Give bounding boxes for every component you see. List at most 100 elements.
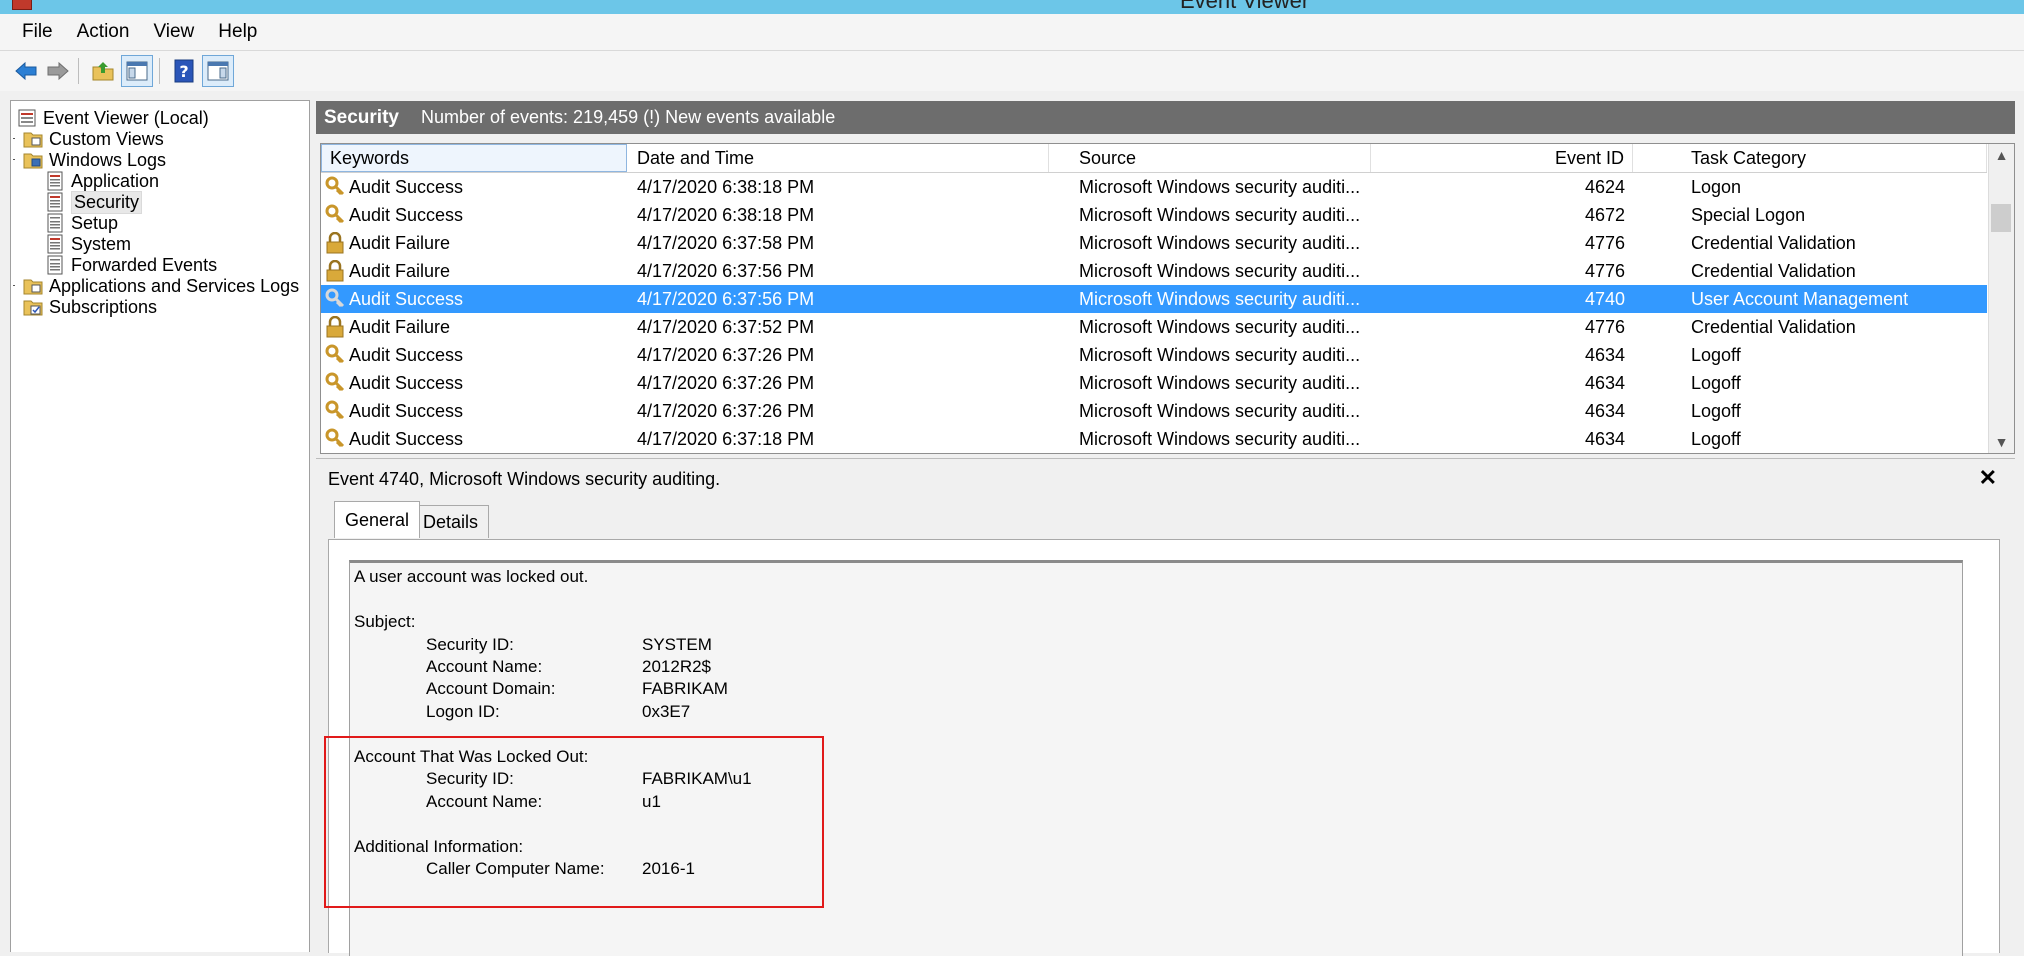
date-time: 4/17/2020 6:37:18 PM — [637, 428, 815, 449]
tree-expander[interactable] — [13, 138, 21, 139]
table-row[interactable]: Audit Failure 4/17/2020 6:37:52 PM Micro… — [321, 313, 1987, 341]
column-header-date-and-time[interactable]: Date and Time — [629, 144, 1049, 172]
menu-file[interactable]: File — [11, 21, 64, 43]
task-category: User Account Management — [1691, 288, 1909, 309]
column-header-source[interactable]: Source — [1071, 144, 1371, 172]
column-header-event-id[interactable]: Event ID — [1375, 144, 1633, 172]
scrollbar-thumb[interactable] — [1991, 204, 2011, 232]
source: Microsoft Windows security auditi... — [1079, 176, 1361, 197]
field-label: Account Name: — [426, 657, 543, 676]
task-category: Logoff — [1691, 372, 1741, 393]
date-time: 4/17/2020 6:37:56 PM — [637, 260, 815, 281]
source: Microsoft Windows security auditi... — [1079, 316, 1361, 337]
source: Microsoft Windows security auditi... — [1079, 288, 1361, 309]
table-row[interactable]: Audit Success 4/17/2020 6:38:18 PM Micro… — [321, 173, 1987, 201]
source: Microsoft Windows security auditi... — [1079, 344, 1361, 365]
lock-icon — [325, 231, 345, 254]
event-id: 4672 — [1584, 204, 1625, 225]
key-icon — [325, 176, 345, 198]
source: Microsoft Windows security auditi... — [1079, 232, 1361, 253]
table-row[interactable]: Audit Success 4/17/2020 6:37:26 PM Micro… — [321, 397, 1987, 425]
field-label: Account Domain: — [426, 679, 556, 698]
source: Microsoft Windows security auditi... — [1079, 400, 1361, 421]
menu-action[interactable]: Action — [66, 21, 141, 43]
event-id: 4740 — [1584, 288, 1625, 309]
table-header: Keywords Date and Time Source Event ID T… — [321, 144, 1987, 173]
events-scrollbar[interactable]: ▲ ▼ — [1988, 144, 2014, 453]
table-row[interactable]: Audit Success 4/17/2020 6:37:18 PM Micro… — [321, 425, 1987, 453]
keyword: Audit Success — [349, 400, 464, 421]
lock-icon — [325, 315, 345, 338]
table-row[interactable]: Audit Failure 4/17/2020 6:37:58 PM Micro… — [321, 229, 1987, 257]
event-id: 4634 — [1584, 344, 1625, 365]
scroll-up-icon[interactable]: ▲ — [1989, 144, 2014, 166]
field-value: SYSTEM — [642, 635, 712, 654]
date-time: 4/17/2020 6:37:26 PM — [637, 344, 815, 365]
log-icon — [45, 213, 65, 233]
field-value: 2012R2$ — [642, 657, 712, 676]
table-row[interactable]: Audit Failure 4/17/2020 6:37:56 PM Micro… — [321, 257, 1987, 285]
show-hide-action-pane-icon[interactable] — [202, 55, 234, 87]
task-category: Logoff — [1691, 428, 1741, 449]
date-time: 4/17/2020 6:37:56 PM — [637, 288, 815, 309]
subscriptions-icon — [23, 297, 43, 317]
column-header-task-category[interactable]: Task Category — [1683, 144, 1987, 172]
keyword: Audit Success — [349, 344, 464, 365]
tab-general[interactable]: General — [334, 501, 421, 538]
task-category: Logoff — [1691, 344, 1741, 365]
scroll-down-icon[interactable]: ▼ — [1989, 431, 2014, 453]
field-label: Logon ID: — [426, 702, 500, 721]
console-tree: Event Viewer (Local) Custom Views Window… — [10, 100, 310, 952]
task-category: Special Logon — [1691, 204, 1806, 225]
table-row[interactable]: Audit Success 4/17/2020 6:37:26 PM Micro… — [321, 341, 1987, 369]
tree-expander[interactable] — [13, 159, 21, 160]
event-viewer-icon — [17, 108, 37, 128]
forward-arrow-icon[interactable] — [44, 57, 72, 85]
tree-item-subscriptions[interactable]: Subscriptions — [23, 294, 157, 320]
field-label: Security ID: — [426, 635, 514, 654]
event-id: 4776 — [1584, 316, 1625, 337]
event-id: 4624 — [1584, 176, 1625, 197]
table-row-selected[interactable]: Audit Success 4/17/2020 6:37:56 PM Micro… — [321, 285, 1987, 313]
menu-help[interactable]: Help — [207, 21, 268, 43]
event-id: 4634 — [1584, 428, 1625, 449]
keyword: Audit Success — [349, 176, 464, 197]
close-icon[interactable]: ✕ — [1979, 465, 1997, 491]
column-header-keywords[interactable]: Keywords — [321, 144, 627, 172]
event-id: 4634 — [1584, 400, 1625, 421]
key-icon — [325, 400, 345, 422]
folder-icon — [23, 129, 43, 149]
key-icon — [325, 204, 345, 226]
key-icon — [325, 288, 345, 310]
window-title: Event Viewer — [1180, 0, 1310, 13]
table-row[interactable]: Audit Success 4/17/2020 6:37:26 PM Micro… — [321, 369, 1987, 397]
tree-label: Subscriptions — [49, 296, 158, 317]
date-time: 4/17/2020 6:38:18 PM — [637, 204, 815, 225]
log-icon — [45, 234, 65, 254]
source: Microsoft Windows security auditi... — [1079, 372, 1361, 393]
table-row[interactable]: Audit Success 4/17/2020 6:38:18 PM Micro… — [321, 201, 1987, 229]
tree-expander[interactable] — [13, 285, 21, 286]
source: Microsoft Windows security auditi... — [1079, 428, 1361, 449]
key-icon — [325, 344, 345, 366]
show-hide-console-tree-icon[interactable] — [121, 55, 153, 87]
help-icon[interactable]: ? — [170, 57, 198, 85]
key-icon — [325, 428, 345, 450]
lock-icon — [325, 259, 345, 282]
back-arrow-icon[interactable] — [12, 57, 40, 85]
tab-details[interactable]: Details — [412, 505, 490, 538]
folder-icon — [23, 150, 43, 170]
menu-view[interactable]: View — [142, 21, 205, 43]
source: Microsoft Windows security auditi... — [1079, 204, 1361, 225]
source: Microsoft Windows security auditi... — [1079, 260, 1361, 281]
task-category: Credential Validation — [1691, 232, 1856, 253]
event-id: 4776 — [1584, 260, 1625, 281]
up-folder-icon[interactable] — [89, 57, 117, 85]
events-table: Keywords Date and Time Source Event ID T… — [320, 143, 2015, 454]
date-time: 4/17/2020 6:38:18 PM — [637, 176, 815, 197]
keyword: Audit Success — [349, 428, 464, 449]
field-value: 0x3E7 — [642, 702, 691, 721]
log-icon — [45, 255, 65, 275]
date-time: 4/17/2020 6:37:58 PM — [637, 232, 815, 253]
keyword: Audit Failure — [349, 260, 451, 281]
